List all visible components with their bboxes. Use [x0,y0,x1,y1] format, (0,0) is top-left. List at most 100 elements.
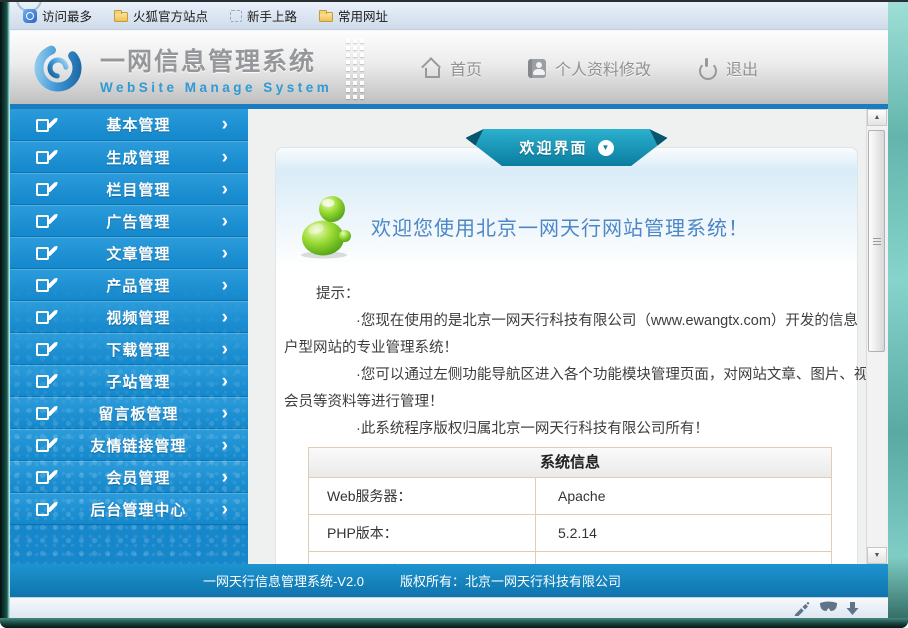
chevron-right-icon: › [222,372,228,391]
table-row: MySQL版本： 5.1.48-log [309,552,831,564]
table-row: Web服务器： Apache [309,478,831,515]
edit-pencil-icon [36,308,55,326]
sidebar-item[interactable]: 广告管理 › [10,205,248,237]
table-title: 系统信息 [309,448,831,478]
page-footer: 一网天行信息管理系统-V2.0 版权所有：北京一网天行科技有限公司 [10,564,888,597]
sidebar-item[interactable]: 留言板管理 › [10,397,248,429]
title-block: 一网信息管理系统 WebSite Manage System [100,42,332,95]
bookmark-item[interactable]: 新手上路 [223,3,304,28]
sidebar-item-label: 视频管理 [55,307,222,328]
sidebar-item[interactable]: 下载管理 › [10,333,248,365]
sidebar-item[interactable]: 后台管理中心 › [10,493,248,525]
decorative-dots-grid [346,39,368,99]
logo-group[interactable]: 一网信息管理系统 WebSite Manage System [30,39,332,97]
browser-addon-bar [10,597,888,618]
sidebar-item[interactable]: 会员管理 › [10,461,248,493]
download-arrow-icon[interactable] [845,601,862,616]
system-info-table: 系统信息 Web服务器： Apache PHP版本： 5.2.14 MySQL版… [308,447,832,564]
bookmark-item[interactable]: 访问最多 [16,3,99,28]
edit-pencil-icon [36,404,55,422]
green-avatar-icon [293,193,357,259]
scroll-up-button[interactable]: ▲ [867,109,887,126]
chevron-right-icon: › [222,276,228,295]
nav-label: 首页 [450,56,482,80]
table-row: PHP版本： 5.2.14 [309,515,831,552]
bookmark-label: 新手上路 [247,6,297,25]
chevron-down-icon[interactable]: ▼ [598,140,614,156]
welcome-row: 欢迎您使用北京一网天行网站管理系统！ [293,193,857,259]
sidebar-item-label: 友情链接管理 [55,435,222,456]
edit-pencil-icon [36,468,55,486]
sidebar-menu: 基本管理 › 生成管理 › 栏目管理 › 广告管理 › 文章管理 › 产品管理 … [10,109,248,564]
app-subtitle: WebSite Manage System [100,80,332,95]
edit-pencil-icon [36,244,55,262]
footer-version: 一网天行信息管理系统-V2.0 [203,571,364,590]
history-icon [23,9,37,23]
edit-pencil-icon [36,148,55,166]
sidebar-item-label: 文章管理 [55,243,222,264]
sidebar-item-label: 产品管理 [55,275,222,296]
chevron-right-icon: › [222,308,228,327]
edit-pencil-icon [36,276,55,294]
footer-copyright: 版权所有：北京一网天行科技有限公司 [400,571,621,590]
bookmark-label: 常用网址 [338,6,388,25]
sidebar-item[interactable]: 子站管理 › [10,365,248,397]
sidebar-item[interactable]: 基本管理 › [10,109,248,141]
table-cell-key: MySQL版本： [309,552,536,564]
sidebar-item[interactable]: 文章管理 › [10,237,248,269]
brush-icon[interactable] [793,601,810,616]
chevron-right-icon: › [222,436,228,455]
sidebar-item[interactable]: 友情链接管理 › [10,429,248,461]
edit-pencil-icon [36,372,55,390]
tip-line: ·您现在使用的是北京一网天行科技有限公司（www.ewangtx.com）开发的… [284,308,876,335]
app-title: 一网信息管理系统 [100,42,332,78]
tips-title: 提示： [284,281,876,308]
sidebar-item-label: 留言板管理 [55,403,222,424]
header-nav: 首页 个人资料修改 退出 [421,31,758,105]
banner-label: 欢迎界面 [519,137,587,158]
edit-pencil-icon [36,116,55,134]
nav-item[interactable]: 首页 [421,56,482,80]
edit-pencil-icon [36,500,55,518]
vertical-scrollbar[interactable]: ▲ ▼ [866,109,886,564]
chevron-right-icon: › [222,340,228,359]
bookmark-item[interactable]: 常用网址 [312,3,395,28]
scroll-down-button[interactable]: ▼ [867,547,887,564]
edit-pencil-icon [36,340,55,358]
welcome-panel: 欢迎界面 ▼ [275,147,858,564]
bookmark-item[interactable]: 火狐官方站点 [107,3,215,28]
sidebar-item[interactable]: 生成管理 › [10,141,248,173]
bookmarks-toolbar: 访问最多 火狐官方站点 新手上路 常用网址 [10,2,888,30]
window-border-right [888,2,908,618]
chevron-right-icon: › [222,468,228,487]
app-header: 一网信息管理系统 WebSite Manage System 首页 个人资料修改… [10,30,888,104]
nav-label: 退出 [726,56,758,80]
tip-line: 会员等资料等进行管理！ [284,389,876,416]
nav-item[interactable]: 退出 [697,56,758,80]
bookmark-label: 火狐官方站点 [133,6,208,25]
sidebar-item[interactable]: 栏目管理 › [10,173,248,205]
table-cell-key: PHP版本： [309,515,536,551]
edit-pencil-icon [36,180,55,198]
logo-swirl-icon [30,39,88,97]
sidebar-item[interactable]: 视频管理 › [10,301,248,333]
power-icon [697,58,717,78]
chevron-right-icon: › [222,180,228,199]
window-border-bottom [0,618,908,628]
tips-block: 提示： ·您现在使用的是北京一网天行科技有限公司（www.ewangtx.com… [284,281,876,443]
privacy-mask-icon[interactable] [819,601,836,616]
sidebar-item-label: 基本管理 [55,114,222,135]
home-icon [421,58,441,78]
welcome-banner[interactable]: 欢迎界面 ▼ [466,129,668,166]
dashed-folder-icon [230,10,242,22]
chevron-right-icon: › [222,244,228,263]
sidebar-item-label: 下载管理 [55,339,222,360]
sidebar-item[interactable]: 产品管理 › [10,269,248,301]
chevron-right-icon: › [222,212,228,231]
scrollbar-thumb[interactable] [868,130,885,352]
sidebar-item-label: 生成管理 [55,147,222,168]
nav-label: 个人资料修改 [555,56,651,80]
table-cell-key: Web服务器： [309,478,536,514]
nav-item[interactable]: 个人资料修改 [528,56,651,80]
tip-line: ·此系统程序版权归属北京一网天行科技有限公司所有！ [284,416,876,443]
